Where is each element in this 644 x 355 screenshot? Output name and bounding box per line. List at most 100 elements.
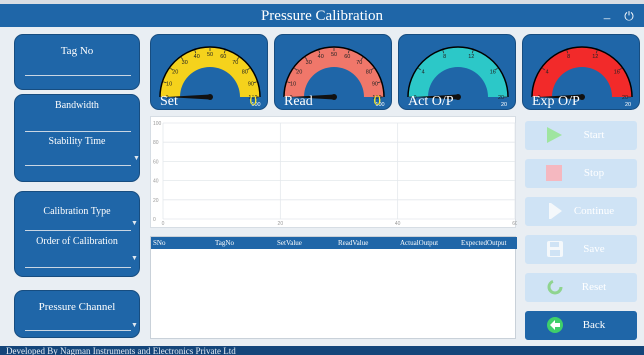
back-button[interactable]: Back	[525, 311, 637, 340]
gauge-set: 0 10 20 30 40 50 60 70 80 90 100 100 Set 0	[150, 34, 268, 110]
gauge-tick-label: 10	[290, 82, 296, 88]
stability-time-chevron-down-icon[interactable]: ▼	[133, 154, 140, 162]
gauge-tick-label: 4	[422, 70, 425, 76]
pressure-channel-panel: Pressure Channel ▼	[14, 290, 140, 338]
column-header-readvalue: ReadValue	[338, 239, 369, 247]
gauge-tick-label: 90	[372, 82, 378, 88]
gauge-tick-label: 80	[242, 70, 248, 76]
bandwidth-label: Bandwidth	[55, 100, 99, 111]
pressure-channel-label: Pressure Channel	[38, 301, 116, 313]
chart-x-tick-label: 40	[395, 221, 401, 227]
start-button-label: Start	[583, 129, 605, 141]
gauge-exp-op-label: Exp O/P	[532, 94, 580, 109]
chart-x-tick-label: 20	[278, 221, 284, 227]
pressure-channel-chevron-down-icon[interactable]: ▼	[131, 321, 138, 329]
chart-y-tick-label: 40	[153, 179, 159, 185]
gauge-read-value: 0	[373, 93, 382, 109]
table-header: SNo TagNo SetValue ReadValue ActualOutpu…	[151, 237, 517, 249]
chart-y-tick-label: 80	[153, 140, 159, 146]
continue-button-label: Continue	[573, 205, 615, 217]
gauge-tick-label: 30	[182, 60, 188, 66]
gauge-tick-label: 60	[220, 54, 226, 60]
results-table: SNo TagNo SetValue ReadValue ActualOutpu…	[150, 236, 517, 339]
chart-y-tick-label: 20	[153, 198, 159, 204]
gauge-tick-label: 70	[232, 60, 238, 66]
tag-no-field[interactable]	[25, 75, 131, 76]
gauge-set-label: Set	[160, 94, 178, 109]
gauge-tick-label: 8	[443, 54, 446, 60]
gauge-tick-label: 60	[344, 54, 350, 60]
column-header-tagno: TagNo	[215, 239, 234, 247]
back-button-label: Back	[582, 319, 606, 331]
gauge-act-op-label: Act O/P	[408, 94, 454, 109]
gauge-tick-label: 12	[468, 54, 474, 60]
minimize-icon[interactable]: –	[600, 10, 614, 25]
window-title: Pressure Calibration	[260, 8, 384, 24]
column-header-sno: SNo	[153, 239, 166, 247]
save-button-label: Save	[583, 243, 605, 255]
chart-y-tick-label: 100	[153, 121, 162, 127]
bandwidth-panel: Bandwidth Stability Time ▼	[14, 94, 140, 182]
title-bar-top-strip	[0, 0, 644, 4]
gauge-tick-label: 50	[331, 52, 337, 58]
chart-y-tick-label: 60	[153, 159, 159, 165]
gauge-tick-label: 20	[172, 70, 178, 76]
power-icon[interactable]: ⏻	[622, 9, 636, 23]
reset-button-label: Reset	[581, 281, 607, 293]
stop-button-label: Stop	[583, 167, 605, 179]
calibration-panel: Calibration Type ▼ Order of Calibration …	[14, 191, 140, 277]
order-of-calibration-select[interactable]	[25, 267, 131, 268]
title-bar: Pressure Calibration – ⏻	[0, 0, 644, 27]
gauge-read-label: Read	[284, 94, 313, 109]
column-header-setvalue: SetValue	[277, 239, 302, 247]
gauge-max-label: 20	[501, 102, 507, 108]
reset-button[interactable]: Reset	[525, 273, 637, 302]
chart-y-tick-label: 0	[153, 217, 156, 223]
continue-button[interactable]: Continue	[525, 197, 637, 226]
chart-x-tick-label: 0	[162, 221, 165, 227]
save-button[interactable]: Save	[525, 235, 637, 264]
gauge-tick-label: 40	[318, 54, 324, 60]
order-of-calibration-chevron-down-icon[interactable]: ▼	[131, 254, 138, 262]
calibration-chart: 0 20 40 60 80 100 0 20 40 60	[150, 116, 517, 228]
gauge-act-op: 0 4 8 12 16 20 20 Act O/P	[398, 34, 516, 110]
chart-x-tick-label: 60	[512, 221, 517, 227]
start-button[interactable]: Start	[525, 121, 637, 150]
gauge-tick-label: 70	[356, 60, 362, 66]
calibration-type-chevron-down-icon[interactable]: ▼	[131, 219, 138, 227]
pressure-channel-select[interactable]	[25, 330, 131, 331]
stability-time-label: Stability Time	[48, 136, 106, 147]
gauge-hub	[331, 94, 337, 100]
gauge-tick-label: 30	[306, 60, 312, 66]
stability-time-field[interactable]	[25, 165, 131, 166]
tag-no-label: Tag No	[60, 45, 94, 57]
gauge-tick-label: 10	[166, 82, 172, 88]
calibration-type-select[interactable]	[25, 230, 131, 231]
calibration-type-label: Calibration Type	[43, 206, 111, 217]
column-header-expectedoutput: ExpectedOutput	[461, 239, 507, 247]
gauge-tick-label: 40	[194, 54, 200, 60]
stop-button[interactable]: Stop	[525, 159, 637, 188]
gauge-tick-label: 16	[614, 70, 620, 76]
gauge-hub	[455, 94, 461, 100]
column-header-actualoutput: ActualOutput	[400, 239, 439, 247]
gauge-tick-label: 12	[592, 54, 598, 60]
gauge-tick-label: 80	[366, 70, 372, 76]
bandwidth-field[interactable]	[25, 131, 131, 132]
chart-plot: 0 20 40 60 80 100 0 20 40 60	[153, 121, 517, 227]
gauge-tick-label: 16	[490, 70, 496, 76]
footer: Developed By Nagman Instruments and Elec…	[0, 346, 644, 355]
gauge-read: 0 10 20 30 40 50 60 70 80 90 100 100 Read 0	[274, 34, 392, 110]
gauge-tick-label: 4	[546, 70, 549, 76]
gauge-tick-label: 8	[567, 54, 570, 60]
gauge-tick-label: 20	[296, 70, 302, 76]
footer-text: Developed By Nagman Instruments and Elec…	[6, 346, 236, 355]
gauge-tick-label: 90	[248, 82, 254, 88]
gauge-hub	[207, 94, 213, 100]
gauge-set-value: 0	[249, 93, 258, 109]
gauge-max-label: 20	[625, 102, 631, 108]
gauge-tick-label: 50	[207, 52, 213, 58]
gauge-tick-label: 20	[498, 95, 504, 101]
order-of-calibration-label: Order of Calibration	[36, 236, 118, 247]
tag-no-panel: Tag No	[14, 34, 140, 90]
